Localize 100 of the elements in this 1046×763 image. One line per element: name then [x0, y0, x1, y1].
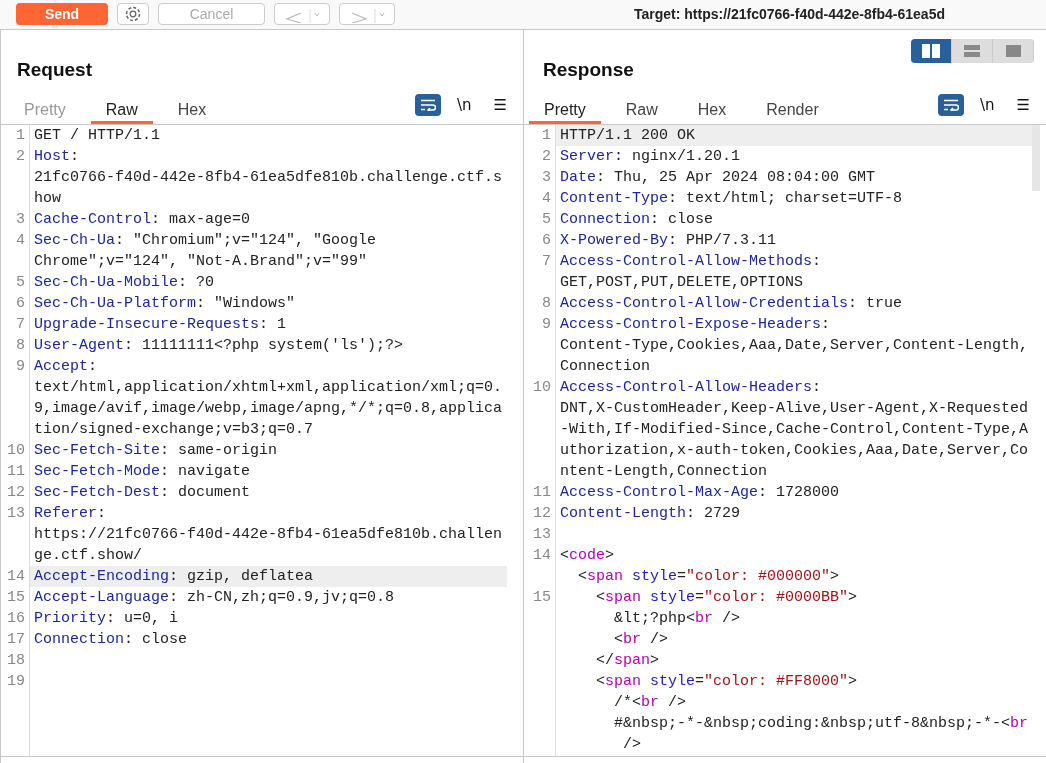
- code-line: Sec-Fetch-Site: same-origin: [34, 442, 278, 459]
- line-number: 9: [542, 316, 551, 333]
- line-number: 2: [16, 148, 25, 165]
- line-number: 10: [7, 442, 25, 459]
- wrap-icon: [943, 99, 959, 111]
- line-number: 16: [7, 610, 25, 627]
- wrap-toggle-button[interactable]: [415, 94, 441, 116]
- wrap-toggle-button[interactable]: [938, 94, 964, 116]
- code-line: uthorization,x-auth-token,Cookies,Aaa,Date,Server,Co: [560, 442, 1029, 459]
- newline-toggle-button[interactable]: \n: [974, 96, 1001, 114]
- code-line: <span style="color: #0000BB">: [595, 589, 858, 606]
- code-line: DNT,X-CustomHeader,Keep-Alive,User-Agent,X-Requested: [560, 400, 1029, 417]
- line-number: 14: [7, 568, 25, 585]
- line-number: 6: [16, 295, 25, 312]
- tab[interactable]: Raw: [90, 92, 153, 124]
- line-number: 18: [7, 652, 25, 669]
- line-number: 4: [16, 232, 25, 249]
- code-line: Server: nginx/1.20.1: [560, 148, 741, 165]
- code-line: HTTP/1.1 200 OK: [560, 127, 696, 144]
- code-line: Access-Control-Allow-Headers:: [560, 379, 822, 396]
- line-number: 10: [533, 379, 551, 396]
- code-line: ge.ctf.show/: [34, 547, 143, 564]
- code-line: text/html,application/xhtml+xml,application/xml;q=0.: [34, 379, 503, 396]
- line-number: 7: [16, 316, 25, 333]
- code-line: Content-Length: 2729: [560, 505, 741, 522]
- code-line: Connection: [560, 358, 650, 375]
- settings-button[interactable]: [117, 3, 149, 25]
- line-number: 1: [542, 127, 551, 144]
- code-line: Accept-Language: zh-CN,zh;q=0.9,jv;q=0.8: [34, 589, 395, 606]
- line-number: 6: [542, 232, 551, 249]
- menu-button[interactable]: ☰: [487, 96, 513, 114]
- back-button[interactable]: [274, 3, 330, 25]
- line-number: 3: [542, 169, 551, 186]
- tab[interactable]: Hex: [162, 92, 222, 124]
- code-line: <code>: [560, 547, 615, 564]
- tab[interactable]: Render: [751, 92, 834, 124]
- line-number: 2: [542, 148, 551, 165]
- line-number: 15: [7, 589, 25, 606]
- code-line: Connection: close: [34, 631, 188, 648]
- code-line: Accept:: [34, 358, 98, 375]
- code-line: Sec-Ch-Ua-Platform: "Windows": [34, 295, 296, 312]
- code-line: -With,If-Modified-Since,Cache-Control,Content-Type,A: [560, 421, 1029, 438]
- target-url: Target: https://21fc0766-f40d-442e-8fb4-61ea5d: [634, 6, 945, 22]
- code-line: Connection: close: [560, 211, 714, 228]
- line-number: 17: [7, 631, 25, 648]
- code-line: <br />: [613, 631, 669, 648]
- line-number: 13: [7, 505, 25, 522]
- line-number: 8: [16, 337, 25, 354]
- code-line: Sec-Fetch-Mode: navigate: [34, 463, 251, 480]
- code-line: </span>: [595, 652, 660, 669]
- menu-button[interactable]: ☰: [1010, 96, 1036, 114]
- code-line: tion/signed-exchange;v=b3;q=0.7: [34, 421, 314, 438]
- line-number: 14: [533, 547, 551, 564]
- line-number: 11: [7, 463, 25, 480]
- forward-button[interactable]: [339, 3, 395, 25]
- code-line: Access-Control-Expose-Headers:: [560, 316, 831, 333]
- code-line: User-Agent: 11111111<?php system('ls');?>: [34, 337, 404, 354]
- panel-title: Response: [543, 59, 634, 81]
- code-line: <span style="color: #FF8000">: [595, 673, 858, 690]
- rows-icon: [964, 45, 980, 57]
- single-pane-icon: [1005, 45, 1021, 57]
- columns-icon: [922, 44, 940, 58]
- line-number: 1: [16, 127, 25, 144]
- line-number: 9: [16, 358, 25, 375]
- code-line: GET / HTTP/1.1: [34, 127, 161, 144]
- code-line: Chrome";v="124", "Not-A.Brand";v="99": [34, 253, 368, 270]
- code-line: /*<br />: [613, 694, 687, 711]
- settings-icon: [123, 4, 143, 24]
- line-number: 7: [542, 253, 551, 270]
- code-line: Sec-Ch-Ua-Mobile: ?0: [34, 274, 215, 291]
- wrap-icon: [420, 99, 436, 111]
- code-line: Access-Control-Allow-Methods:: [560, 253, 822, 270]
- line-number: 5: [16, 274, 25, 291]
- line-number: 15: [533, 589, 551, 606]
- line-number: 4: [542, 190, 551, 207]
- line-number: 12: [533, 505, 551, 522]
- code-line: how: [34, 190, 61, 207]
- code-line: Sec-Ch-Ua: "Chromium";v="124", "Google: [34, 232, 377, 249]
- code-line: />: [622, 736, 641, 753]
- code-line: Upgrade-Insecure-Requests: 1: [34, 316, 287, 333]
- code-line: Cache-Control: max-age=0: [34, 211, 251, 228]
- code-line: X-Powered-By: PHP/7.3.11: [560, 232, 777, 249]
- code-line: Referer:: [34, 505, 107, 522]
- tab[interactable]: Raw: [610, 92, 673, 124]
- line-number: 5: [542, 211, 551, 228]
- code-line: &lt;?php<br />: [613, 610, 741, 627]
- line-number: 11: [533, 484, 551, 501]
- code-line: Sec-Fetch-Dest: document: [34, 484, 251, 501]
- scrollbar-thumb[interactable]: [1032, 125, 1040, 191]
- layout-button[interactable]: [911, 39, 952, 63]
- code-line: GET,POST,PUT,DELETE,OPTIONS: [560, 274, 804, 291]
- line-number: 19: [7, 673, 25, 690]
- panel-title: Request: [17, 59, 92, 81]
- code-line: Date: Thu, 25 Apr 2024 08:04:00 GMT: [560, 169, 876, 186]
- code-line: https://21fc0766-f40d-442e-8fb4-61ea5dfe810b.challen: [34, 526, 503, 543]
- tab[interactable]: Hex: [682, 92, 742, 124]
- newline-toggle-button[interactable]: \n: [451, 96, 478, 114]
- code-line: Accept-Encoding: gzip, deflatea: [34, 568, 314, 585]
- code-line: Access-Control-Max-Age: 1728000: [560, 484, 840, 501]
- code-line: Content-Type: text/html; charset=UTF-8: [560, 190, 903, 207]
